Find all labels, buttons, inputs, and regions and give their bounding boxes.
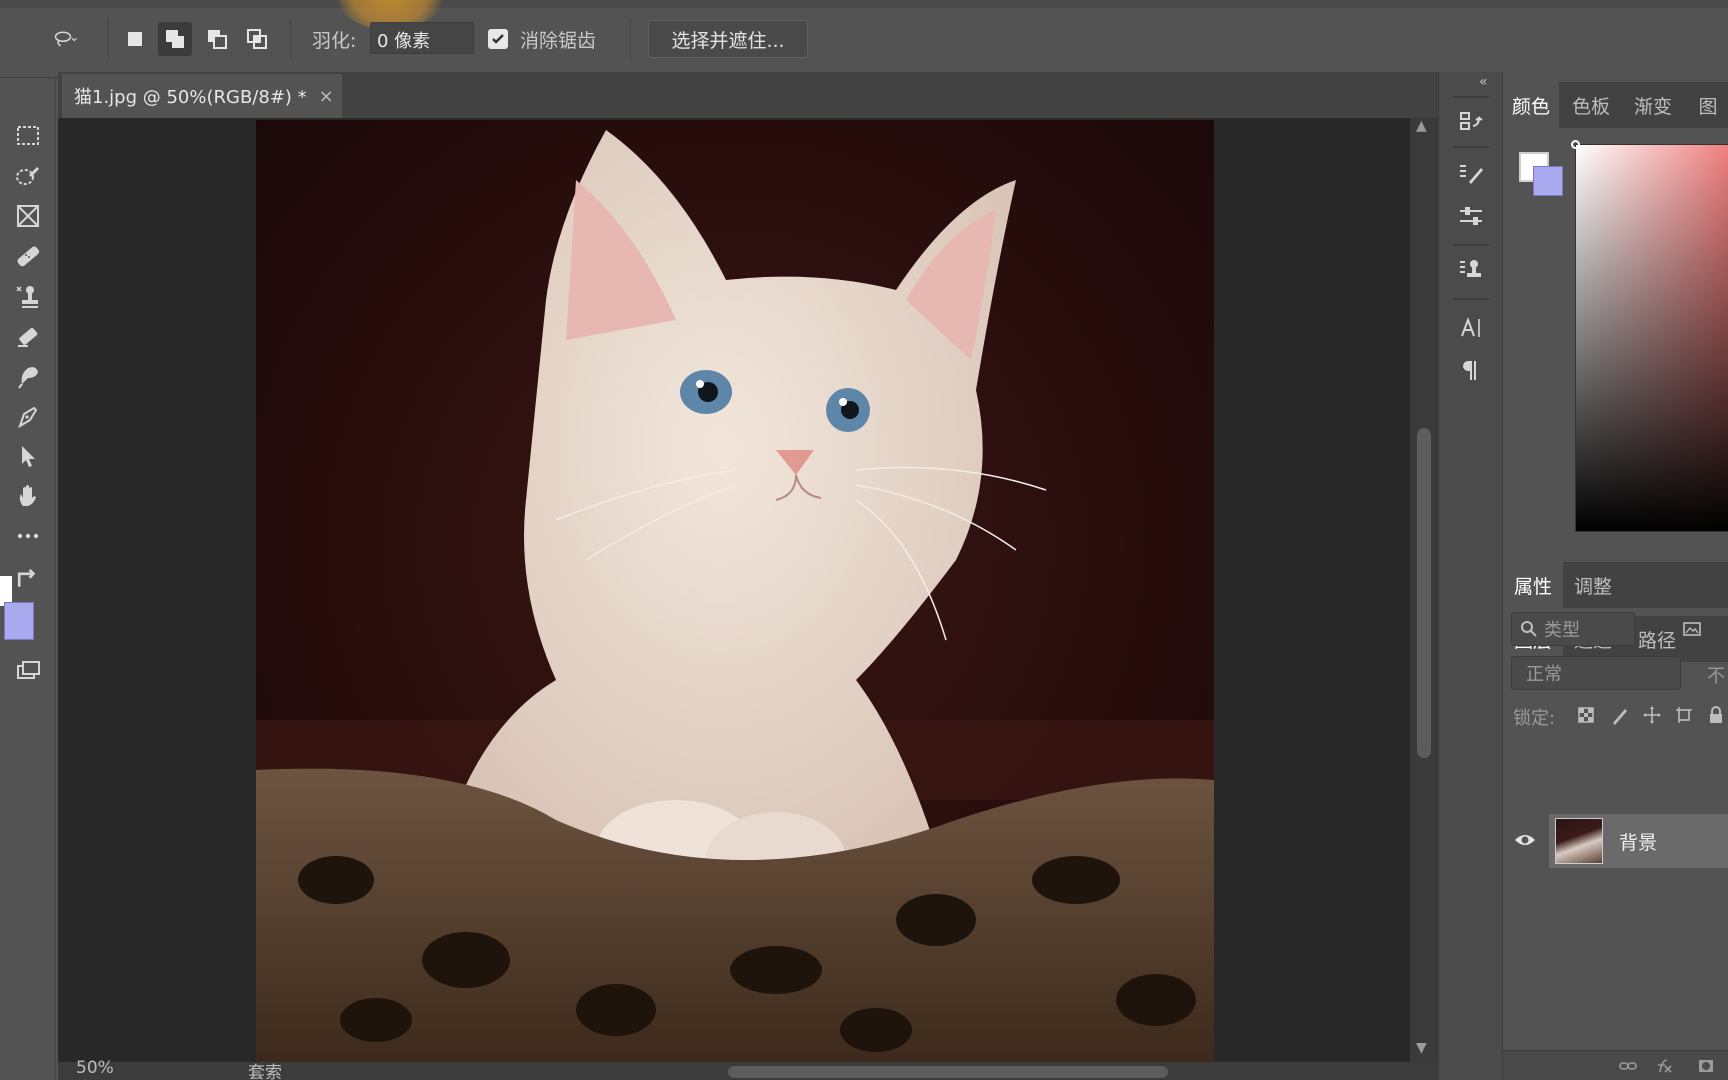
antialias-checkbox[interactable] [488, 29, 508, 49]
lock-artboard-icon[interactable] [1671, 702, 1697, 728]
subtract-from-selection-icon[interactable] [200, 22, 234, 56]
layer-row[interactable]: 背景 [1503, 814, 1728, 868]
select-and-mask-button[interactable]: 选择并遮住... [648, 20, 808, 58]
brush-settings-icon[interactable] [1451, 156, 1491, 192]
tab-swatches[interactable]: 色板 [1563, 82, 1619, 128]
dock-grip [1453, 298, 1489, 300]
cat-photo[interactable] [256, 120, 1214, 1062]
menu-bar-edge [0, 0, 1728, 8]
right-panels: 颜色 色板 渐变 图 属性 调整 图层 通道 路径 类型 正常 不 锁定: [1502, 72, 1728, 1080]
options-bar: 羽化: 0 像素 消除锯齿 选择并遮住... [0, 0, 1728, 78]
lock-label: 锁定: [1513, 708, 1556, 729]
dock-grip [1453, 244, 1489, 246]
layers-panel-footer [1503, 1050, 1728, 1080]
lock-all-icon[interactable] [1703, 702, 1728, 728]
canvas-area[interactable] [58, 118, 1410, 1062]
status-info[interactable]: 套索 [248, 1058, 282, 1080]
tab-properties[interactable]: 属性 [1503, 562, 1563, 608]
document-tab-bar: 猫1.jpg @ 50%(RGB/8#) * × [58, 72, 1438, 118]
layer-thumbnail[interactable] [1555, 818, 1603, 864]
antialias-label: 消除锯齿 [520, 30, 597, 52]
search-icon [1521, 621, 1537, 637]
character-panel-icon[interactable] [1451, 310, 1491, 346]
swap-colors-icon[interactable] [14, 568, 40, 590]
lock-position-icon[interactable] [1639, 702, 1665, 728]
path-selection-tool-icon[interactable] [8, 438, 48, 474]
layer-style-fx-icon[interactable] [1651, 1053, 1677, 1079]
color-picker-marker[interactable] [1571, 140, 1580, 149]
blend-mode-select[interactable]: 正常 [1511, 656, 1681, 690]
separator [290, 18, 291, 60]
document-tab-title: 猫1.jpg @ 50%(RGB/8#) * [74, 87, 307, 108]
frame-tool-icon[interactable] [8, 198, 48, 234]
smudge-tool-icon[interactable] [8, 358, 48, 394]
feather-input[interactable]: 0 像素 [370, 22, 474, 54]
scroll-down-icon[interactable]: ▼ [1416, 1040, 1427, 1056]
scrollbar-thumb[interactable] [1417, 428, 1431, 758]
status-bar: 50% 套索 [58, 1058, 1438, 1080]
add-mask-icon[interactable] [1693, 1053, 1719, 1079]
zoom-level[interactable]: 50% [76, 1058, 114, 1078]
eraser-tool-icon[interactable] [8, 318, 48, 354]
tools-panel [0, 78, 56, 1080]
tab-color[interactable]: 颜色 [1503, 82, 1559, 128]
layer-name[interactable]: 背景 [1619, 828, 1657, 855]
lasso-tool-preset-icon[interactable] [36, 22, 96, 56]
screen-mode-icon[interactable] [8, 652, 48, 688]
close-tab-icon[interactable]: × [319, 86, 334, 107]
feather-label: 羽化: [312, 30, 357, 52]
color-panel-tabs: 颜色 色板 渐变 图 [1503, 82, 1728, 128]
add-to-selection-icon[interactable] [158, 22, 192, 56]
dock-grip [1453, 96, 1489, 98]
panel-dock: « [1438, 72, 1502, 1080]
pen-tool-icon[interactable] [8, 398, 48, 434]
properties-panel-tabs: 属性 调整 [1503, 562, 1728, 608]
tab-gradients[interactable]: 渐变 [1625, 82, 1681, 128]
separator [630, 18, 631, 60]
more-tools-icon[interactable] [8, 518, 48, 554]
tab-adjustments[interactable]: 调整 [1563, 562, 1623, 608]
intersect-selection-icon[interactable] [240, 22, 274, 56]
paragraph-panel-icon[interactable] [1451, 352, 1491, 388]
healing-brush-tool-icon[interactable] [8, 238, 48, 274]
panel-background-swatch[interactable] [1533, 166, 1563, 196]
quick-selection-tool-icon[interactable] [8, 158, 48, 194]
layer-filter-label: 类型 [1544, 620, 1580, 641]
scroll-up-icon[interactable]: ▲ [1416, 118, 1427, 134]
clone-source-icon[interactable] [1451, 252, 1491, 288]
color-picker-field[interactable] [1575, 144, 1728, 532]
dock-grip [1453, 146, 1489, 148]
vertical-scrollbar[interactable]: ▲ ▼ [1410, 118, 1438, 1062]
marquee-tool-icon[interactable] [8, 118, 48, 154]
clone-stamp-tool-icon[interactable] [8, 278, 48, 314]
layer-filter-select[interactable]: 类型 [1511, 612, 1635, 646]
collapse-panels-icon[interactable]: « [1479, 74, 1488, 90]
filter-image-layers-icon[interactable] [1679, 616, 1705, 642]
adjustments-sliders-icon[interactable] [1451, 198, 1491, 234]
eye-visibility-icon[interactable] [1511, 828, 1539, 852]
history-panel-icon[interactable] [1451, 104, 1491, 140]
lock-transparent-pixels-icon[interactable] [1573, 702, 1599, 728]
new-selection-icon[interactable] [118, 22, 152, 56]
lock-image-pixels-icon[interactable] [1607, 702, 1633, 728]
link-layers-icon[interactable] [1615, 1053, 1641, 1079]
photoshop-window: 羽化: 0 像素 消除锯齿 选择并遮住... 猫1.jpg @ 50%(RGB/… [0, 0, 1728, 1080]
tab-patterns-partial[interactable]: 图 [1687, 82, 1728, 128]
separator [108, 18, 109, 60]
document-tab[interactable]: 猫1.jpg @ 50%(RGB/8#) * × [62, 74, 342, 118]
hand-rotate-tool-icon[interactable] [8, 478, 48, 514]
horizontal-scrollbar-thumb[interactable] [728, 1066, 1168, 1078]
background-color-swatch[interactable] [4, 602, 34, 640]
opacity-label-partial: 不 [1707, 666, 1725, 687]
